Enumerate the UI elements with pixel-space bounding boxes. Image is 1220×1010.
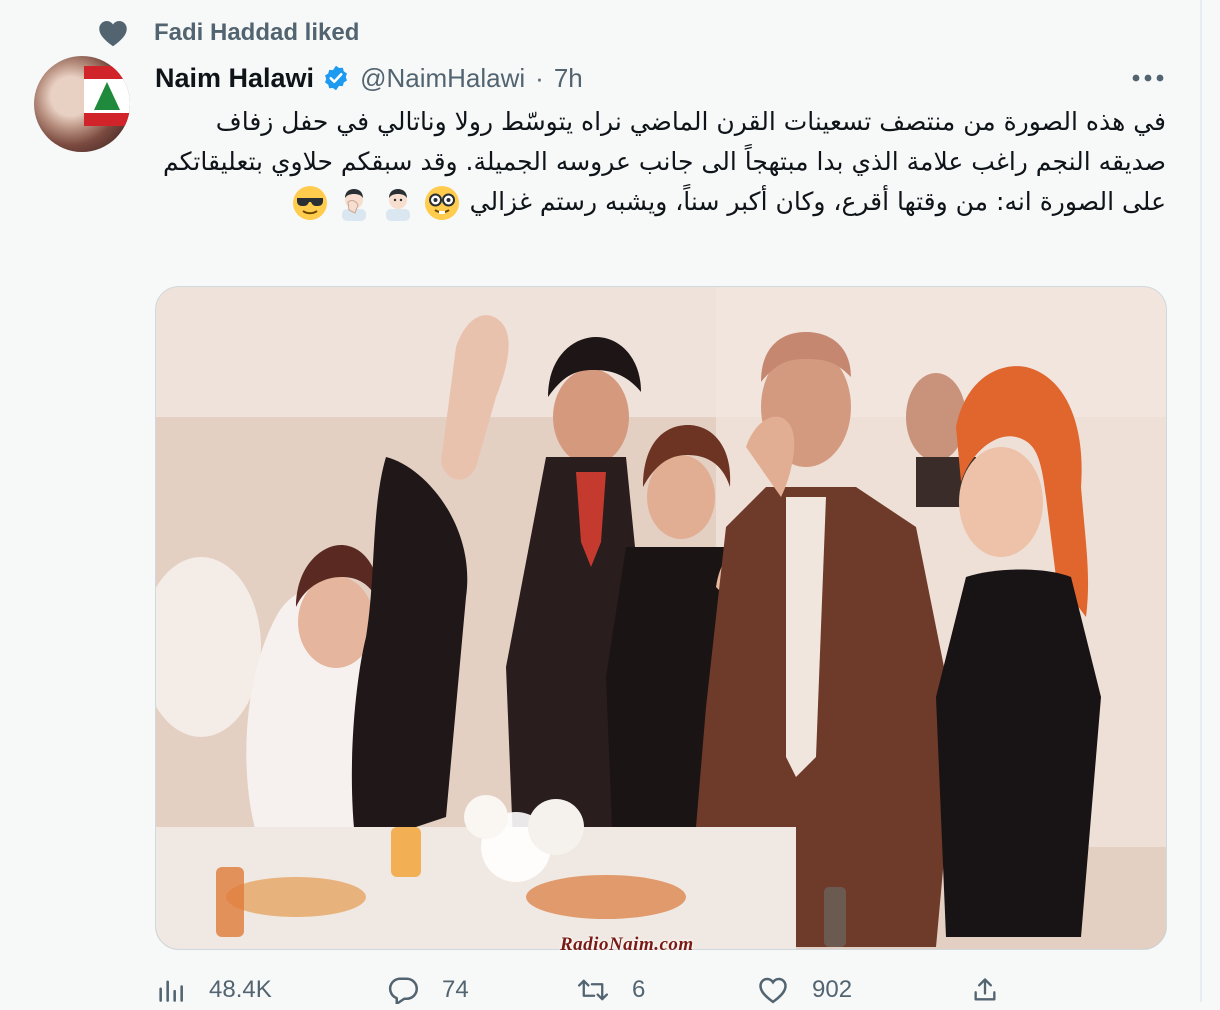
heart-outline-icon <box>758 975 788 1005</box>
tweet-card[interactable]: Fadi Haddad liked Naim Halawi @NaimHalaw… <box>0 0 1200 1004</box>
man-facepalming-emoji <box>336 185 372 221</box>
retweet-button[interactable]: 6 <box>578 970 645 1010</box>
like-button[interactable]: 902 <box>758 970 852 1010</box>
retweet-count: 6 <box>632 976 646 1003</box>
more-horizontal-icon[interactable] <box>1128 64 1168 92</box>
column-divider <box>1200 0 1202 1002</box>
nerd-face-emoji <box>424 185 460 221</box>
views-count: 48.4K <box>209 976 272 1003</box>
reply-icon <box>388 975 418 1005</box>
action-bar: 48.4K 74 6 902 <box>150 970 1200 1010</box>
man-tipping-hand-emoji <box>380 185 416 221</box>
social-context[interactable]: Fadi Haddad liked <box>98 18 359 48</box>
share-icon <box>970 975 1000 1005</box>
tweet-header: Naim Halawi @NaimHalawi · 7h <box>155 58 583 98</box>
cedar-icon <box>94 82 120 110</box>
views-button[interactable]: 48.4K <box>155 970 272 1010</box>
tweet-timestamp[interactable]: 7h <box>554 63 583 94</box>
social-context-label: Fadi Haddad liked <box>154 19 360 46</box>
author-handle[interactable]: @NaimHalawi <box>360 63 525 94</box>
reply-count: 74 <box>442 976 469 1003</box>
wedding-photo-illustration <box>156 287 1166 949</box>
emoji-row <box>292 185 460 221</box>
avatar[interactable] <box>34 56 130 152</box>
photo-watermark: RadioNaim.com <box>560 934 694 955</box>
author-name[interactable]: Naim Halawi <box>155 63 314 94</box>
heart-icon <box>98 18 130 48</box>
analytics-icon <box>155 975 185 1005</box>
header-separator: · <box>535 62 544 93</box>
sunglasses-face-emoji <box>292 185 328 221</box>
verified-badge-icon <box>322 64 350 92</box>
retweet-icon <box>578 975 608 1005</box>
like-count: 902 <box>812 976 853 1003</box>
reply-button[interactable]: 74 <box>388 970 469 1010</box>
tweet-photo[interactable] <box>155 286 1167 950</box>
tweet-text: في هذه الصورة من منتصف تسعينات القرن الم… <box>150 102 1166 222</box>
share-button[interactable] <box>970 970 1000 1010</box>
